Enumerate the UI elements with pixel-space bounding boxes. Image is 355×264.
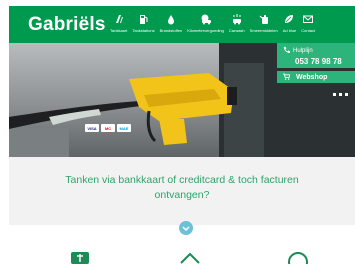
helpline-label: Hulplijn (293, 47, 313, 54)
clock-icon (287, 248, 309, 264)
nav-label: Tankkaart (110, 28, 128, 33)
feature-icons-row (9, 248, 355, 264)
webshop-label: Webshop (296, 73, 328, 81)
helpline-row: Hulplijn (283, 46, 349, 55)
slider-dot[interactable] (345, 93, 348, 96)
car-wash-icon (231, 13, 243, 25)
nav-item-tankstations[interactable]: Tankstations (132, 13, 155, 33)
nav-label: Kilometervergoeding (187, 28, 224, 33)
info-tagline: Tanken via bankkaart of creditcard & toc… (65, 174, 299, 201)
nav-item-smeermiddelen[interactable]: Smeermiddelen (250, 13, 278, 33)
nav-label: Ad blue (282, 28, 297, 33)
webshop-button[interactable]: Webshop (277, 71, 355, 83)
nav-item-ad-blue[interactable]: Ad blue (282, 13, 297, 33)
chevron-down-icon (182, 219, 190, 237)
nav-item-carwash[interactable]: Carwash (229, 13, 245, 33)
fuel-pump-icon (137, 13, 149, 25)
site-header: Gabriëls Tankkaart Tankstations Brandsto… (9, 6, 355, 43)
fuel-card-icon (113, 13, 125, 25)
money-car-icon (69, 248, 91, 264)
oil-drop-icon (165, 13, 177, 25)
chevron-up-icon (179, 248, 201, 264)
nav-item-contact[interactable]: Contact (301, 13, 315, 33)
slider-dot[interactable] (333, 93, 336, 96)
cart-icon (283, 72, 291, 82)
money-car-icon (200, 13, 212, 25)
maestro-card-icon: MAE (117, 124, 131, 132)
nav-label: Carwash (228, 28, 245, 33)
leaf-icon (283, 13, 295, 25)
nav-item-tankkaart[interactable]: Tankkaart (110, 13, 127, 33)
envelope-icon (302, 13, 314, 25)
oil-can-icon (258, 13, 270, 25)
mastercard-icon: MC (101, 124, 115, 132)
slider-dot[interactable] (339, 93, 342, 96)
site-logo[interactable]: Gabriëls (28, 14, 105, 36)
hero-banner: VISA MC MAE Hulplijn 053 78 98 78 Websho… (9, 43, 355, 157)
nav-label: Contact (301, 28, 316, 33)
nav-label: Tankstations (132, 28, 155, 33)
slider-dots (333, 93, 348, 96)
nav-item-brandstoffen[interactable]: Brandstoffen (159, 13, 183, 33)
payment-cards: VISA MC MAE (85, 124, 133, 132)
nav-label: Smeermiddelen (249, 28, 278, 33)
helpline-phone[interactable]: 053 78 98 78 (295, 57, 349, 66)
nav-item-kilometervergoeding[interactable]: Kilometervergoeding (187, 13, 224, 33)
nav-label: Brandstoffen (159, 28, 183, 33)
main-nav: Tankkaart Tankstations Brandstoffen Kilo… (110, 6, 320, 43)
scroll-down-button[interactable] (179, 221, 193, 235)
visa-card-icon: VISA (85, 124, 99, 132)
helpline-box[interactable]: Hulplijn 053 78 98 78 (277, 43, 355, 68)
info-section: Tanken via bankkaart of creditcard & toc… (9, 157, 355, 225)
phone-icon (283, 46, 290, 55)
